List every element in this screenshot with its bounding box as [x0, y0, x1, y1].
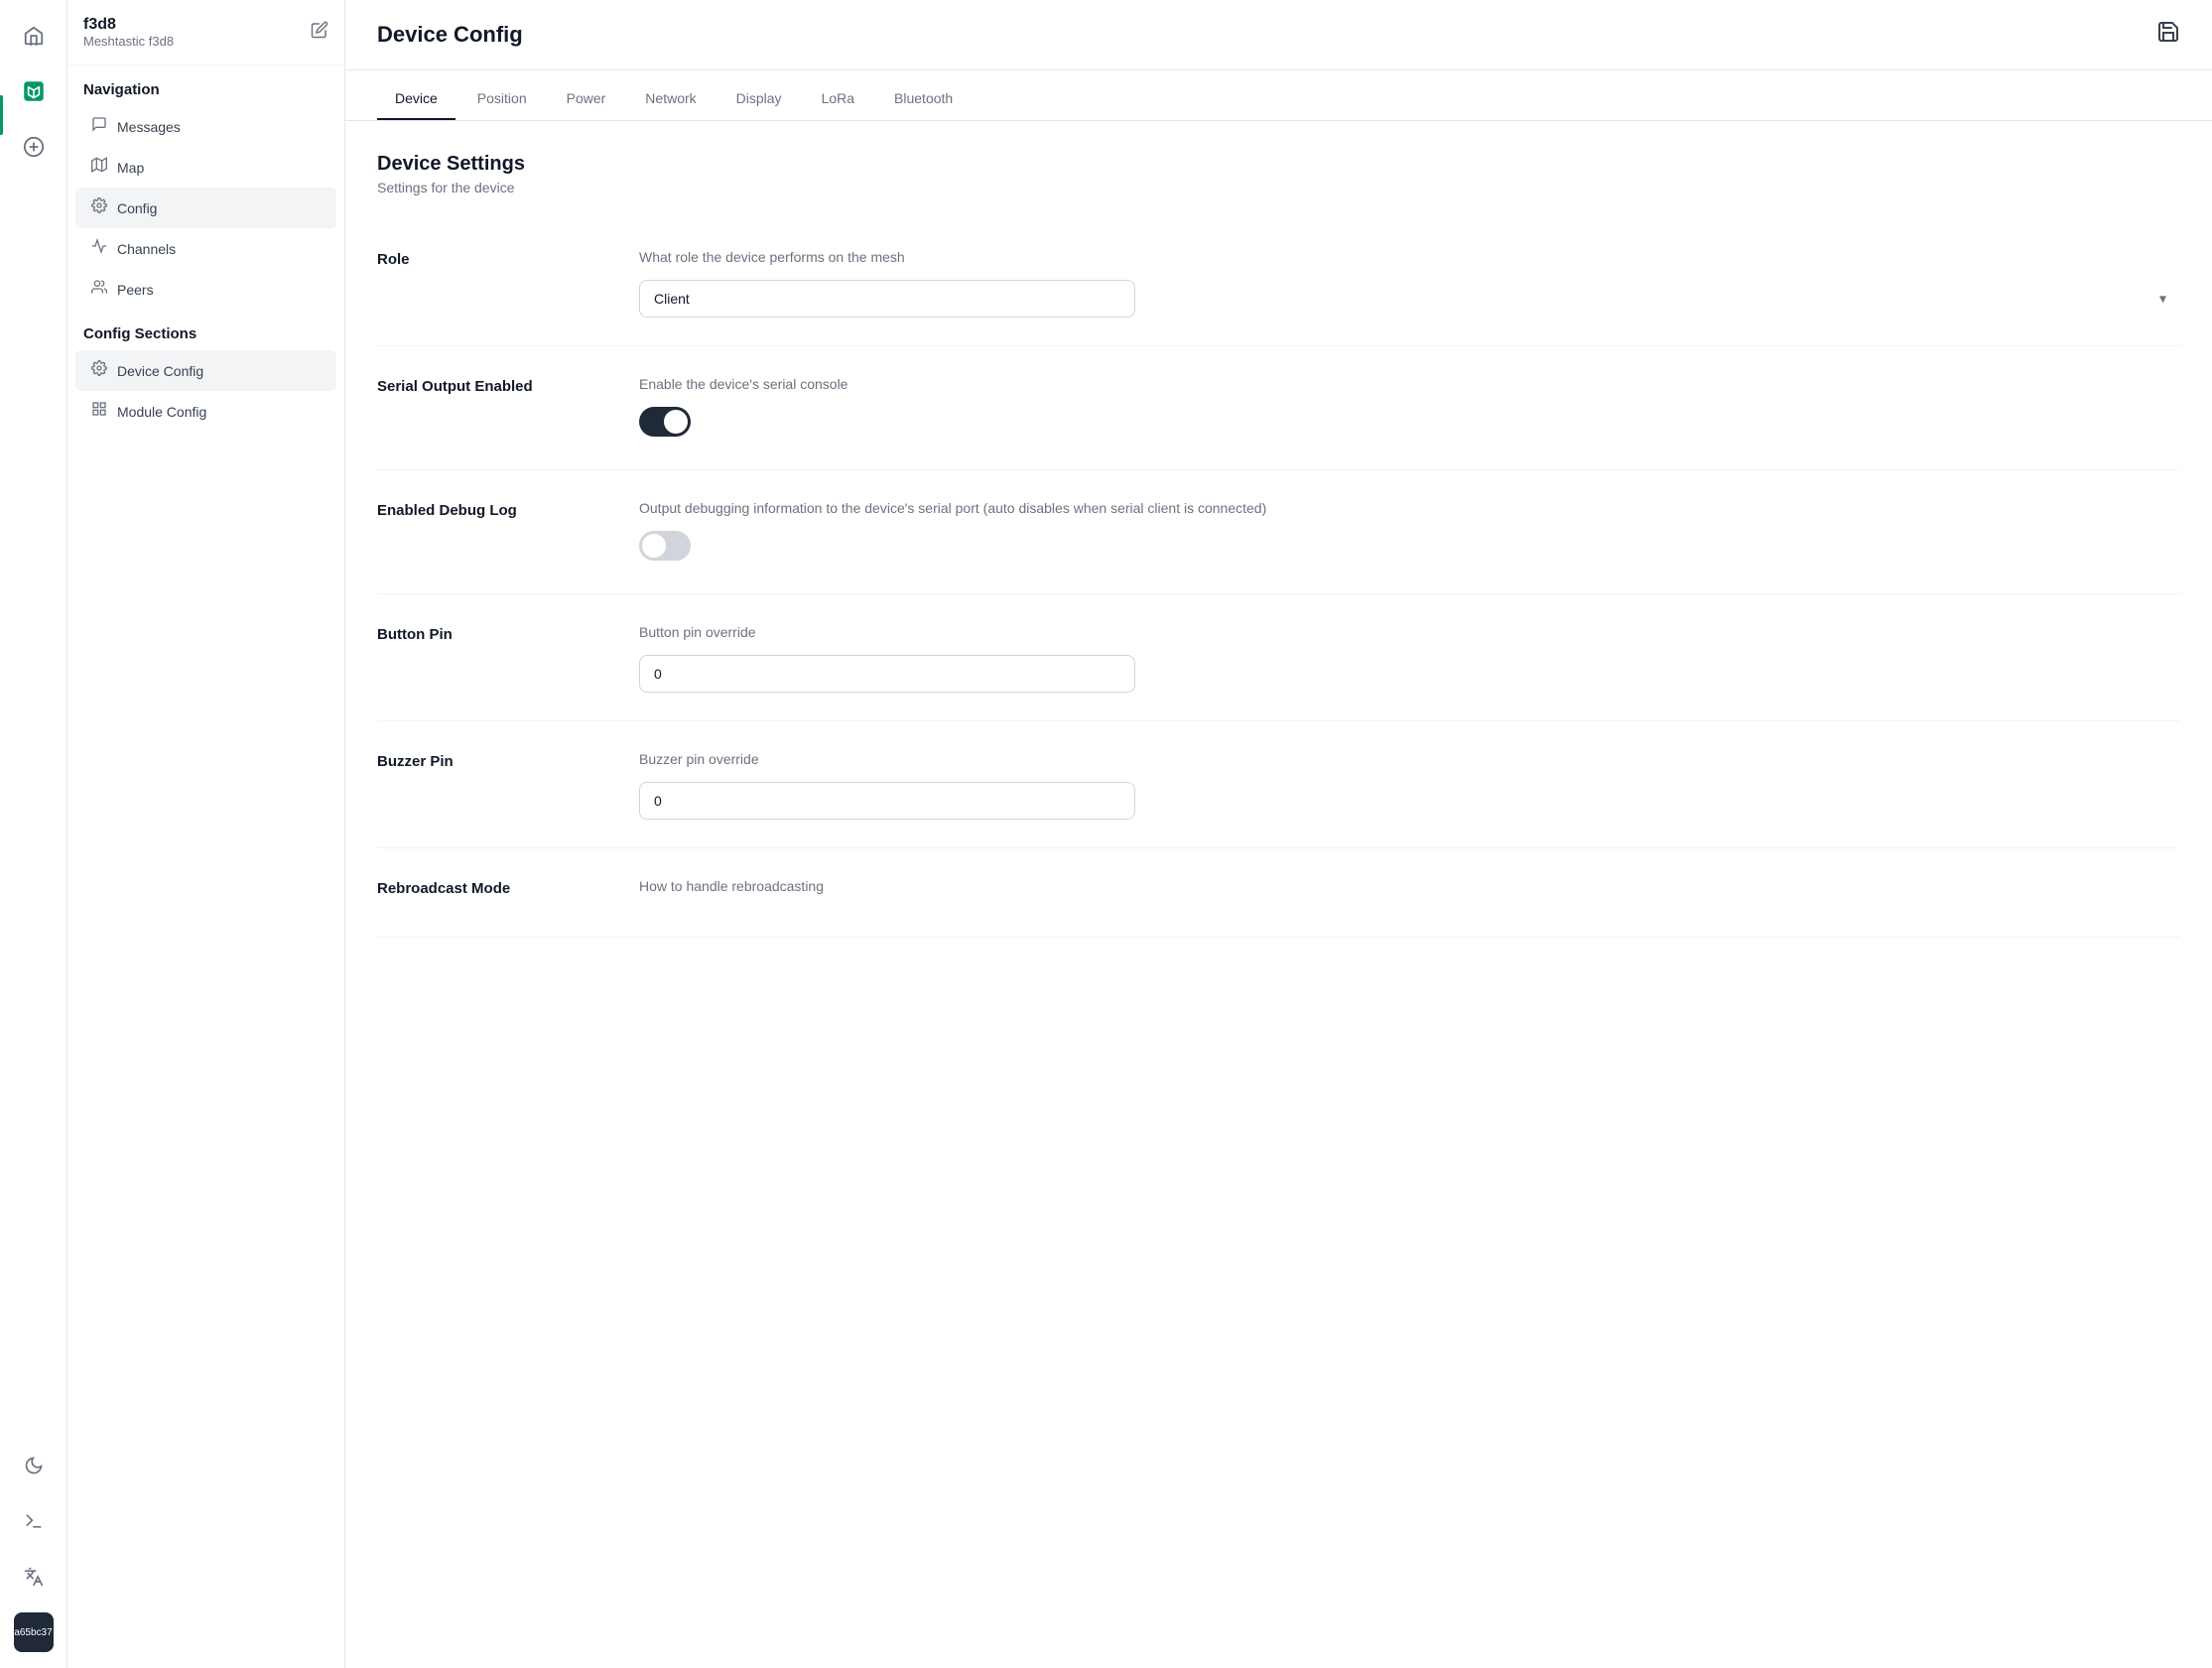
main-header: Device Config — [345, 0, 2212, 70]
toggle-thumb-debug — [642, 534, 666, 558]
button-pin-label: Button Pin — [377, 622, 615, 693]
map-label: Map — [117, 160, 144, 176]
sidebar-item-module-config[interactable]: Module Config — [75, 391, 336, 432]
tab-device[interactable]: Device — [377, 82, 455, 120]
button-pin-description: Button pin override — [639, 622, 2180, 643]
tab-lora[interactable]: LoRa — [804, 82, 872, 120]
sidebar-item-config[interactable]: Config — [75, 188, 336, 228]
cube-icon[interactable] — [14, 71, 54, 111]
tab-power[interactable]: Power — [549, 82, 624, 120]
serial-output-setting: Serial Output Enabled Enable the device'… — [377, 346, 2180, 470]
channels-icon — [91, 238, 107, 259]
config-icon — [91, 197, 107, 218]
buzzer-pin-control: Buzzer pin override — [639, 749, 2180, 820]
edit-icon[interactable] — [311, 21, 328, 44]
sidebar-item-channels[interactable]: Channels — [75, 228, 336, 269]
debug-log-control: Output debugging information to the devi… — [639, 498, 2180, 566]
rebroadcast-mode-control: How to handle rebroadcasting — [639, 876, 2180, 909]
tab-position[interactable]: Position — [459, 82, 545, 120]
role-control: What role the device performs on the mes… — [639, 247, 2180, 318]
rebroadcast-mode-setting: Rebroadcast Mode How to handle rebroadca… — [377, 848, 2180, 938]
serial-output-toggle[interactable] — [639, 407, 691, 437]
translate-icon[interactable] — [14, 1557, 54, 1597]
rebroadcast-mode-description: How to handle rebroadcasting — [639, 876, 2180, 897]
device-config-label: Device Config — [117, 363, 203, 379]
device-config-icon — [91, 360, 107, 381]
messages-icon — [91, 116, 107, 137]
terminal-icon[interactable] — [14, 1501, 54, 1541]
sidebar: f3d8 Meshtastic f3d8 Navigation Messages… — [67, 0, 345, 1668]
icon-rail: a65bc37 — [0, 0, 67, 1668]
role-select[interactable]: Client Router Router Client Repeater Tra… — [639, 280, 1135, 318]
buzzer-pin-label: Buzzer Pin — [377, 749, 615, 820]
sidebar-item-messages[interactable]: Messages — [75, 106, 336, 147]
rebroadcast-mode-label: Rebroadcast Mode — [377, 876, 615, 909]
tab-display[interactable]: Display — [718, 82, 800, 120]
serial-output-label: Serial Output Enabled — [377, 374, 615, 442]
device-name: Meshtastic f3d8 — [83, 34, 174, 49]
serial-output-control: Enable the device's serial console — [639, 374, 2180, 442]
button-pin-control: Button pin override — [639, 622, 2180, 693]
device-info: f3d8 Meshtastic f3d8 — [83, 16, 174, 49]
chevron-down-icon: ▾ — [2159, 291, 2166, 308]
toggle-thumb — [664, 410, 688, 434]
main-content: Device Config Device Position Power Netw… — [345, 0, 2212, 1668]
settings-subtitle: Settings for the device — [377, 180, 2180, 195]
buzzer-pin-description: Buzzer pin override — [639, 749, 2180, 770]
role-select-wrapper: Client Router Router Client Repeater Tra… — [639, 280, 2180, 318]
map-icon — [91, 157, 107, 178]
role-description: What role the device performs on the mes… — [639, 247, 2180, 268]
add-icon[interactable] — [14, 127, 54, 167]
buzzer-pin-setting: Buzzer Pin Buzzer pin override — [377, 721, 2180, 848]
debug-log-description: Output debugging information to the devi… — [639, 498, 2180, 519]
navigation-label: Navigation — [67, 65, 344, 106]
sidebar-item-device-config[interactable]: Device Config — [75, 350, 336, 391]
config-label: Config — [117, 200, 157, 216]
module-config-icon — [91, 401, 107, 422]
serial-output-description: Enable the device's serial console — [639, 374, 2180, 395]
channels-label: Channels — [117, 241, 176, 257]
moon-icon[interactable] — [14, 1446, 54, 1485]
sidebar-item-map[interactable]: Map — [75, 147, 336, 188]
bottom-icons: a65bc37 — [14, 1446, 54, 1652]
active-indicator — [0, 95, 3, 135]
button-pin-setting: Button Pin Button pin override — [377, 594, 2180, 721]
sidebar-item-peers[interactable]: Peers — [75, 269, 336, 310]
config-sections-label: Config Sections — [67, 310, 344, 350]
button-pin-input[interactable] — [639, 655, 1135, 693]
user-badge[interactable]: a65bc37 — [14, 1612, 54, 1652]
debug-log-toggle[interactable] — [639, 531, 691, 561]
device-id: f3d8 — [83, 16, 174, 34]
peers-icon — [91, 279, 107, 300]
module-config-label: Module Config — [117, 404, 206, 420]
messages-label: Messages — [117, 119, 181, 135]
settings-content: Device Settings Settings for the device … — [345, 121, 2212, 1668]
role-label: Role — [377, 247, 615, 318]
device-header: f3d8 Meshtastic f3d8 — [67, 16, 344, 65]
settings-title: Device Settings — [377, 153, 2180, 176]
tab-network[interactable]: Network — [627, 82, 714, 120]
home-icon[interactable] — [14, 16, 54, 56]
peers-label: Peers — [117, 282, 154, 298]
debug-log-label: Enabled Debug Log — [377, 498, 615, 566]
save-button[interactable] — [2156, 20, 2180, 50]
page-title: Device Config — [377, 22, 523, 48]
debug-log-setting: Enabled Debug Log Output debugging infor… — [377, 470, 2180, 594]
tabs-bar: Device Position Power Network Display Lo… — [345, 70, 2212, 121]
buzzer-pin-input[interactable] — [639, 782, 1135, 820]
role-setting: Role What role the device performs on th… — [377, 219, 2180, 346]
tab-bluetooth[interactable]: Bluetooth — [876, 82, 971, 120]
